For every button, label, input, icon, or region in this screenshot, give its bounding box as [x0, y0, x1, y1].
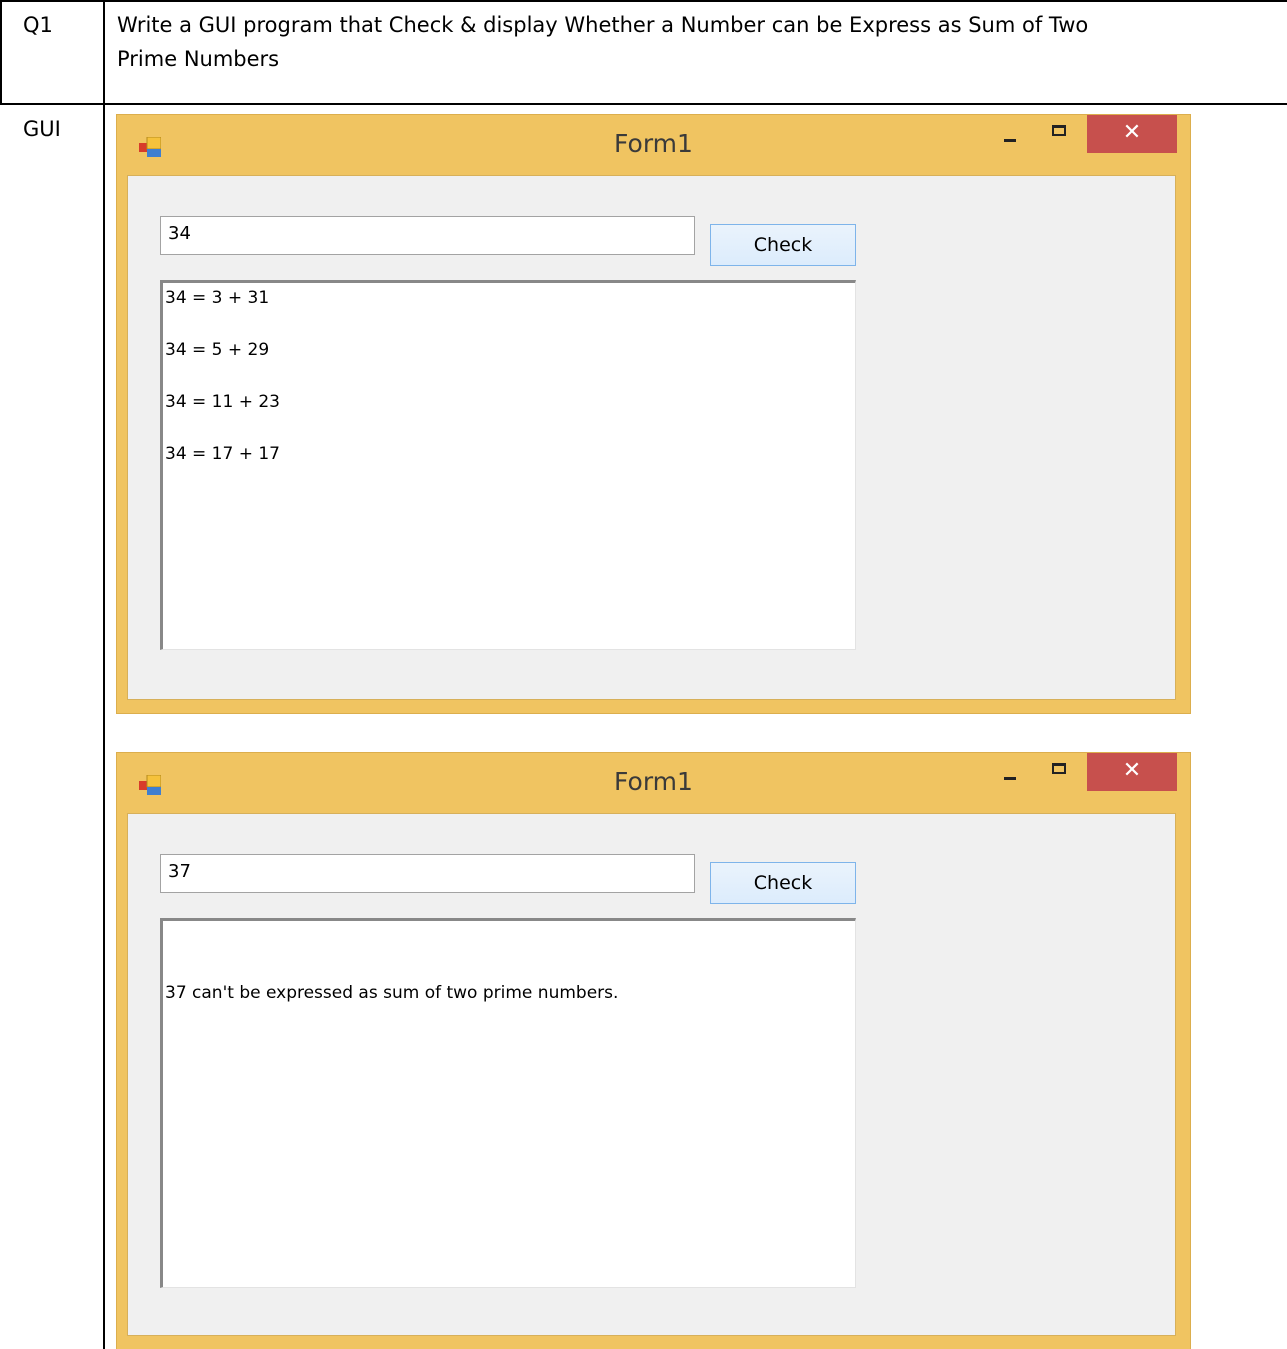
row2-label: GUI	[23, 117, 61, 141]
close-button[interactable]: ✕	[1087, 753, 1177, 791]
maximize-icon	[1052, 763, 1066, 774]
maximize-button[interactable]	[1033, 115, 1087, 153]
table-left-rule-row1	[0, 0, 2, 105]
table-row-divider	[0, 103, 1287, 105]
client-area: 34 Check 34 = 3 + 31 34 = 5 + 29 34 = 11…	[127, 175, 1176, 700]
minimize-button[interactable]	[987, 115, 1033, 153]
question-text-line2: Prime Numbers	[117, 47, 280, 71]
close-button[interactable]: ✕	[1087, 115, 1177, 153]
table-top-rule	[0, 0, 1287, 2]
check-button[interactable]: Check	[710, 224, 856, 266]
result-line: 34 = 5 + 29	[165, 340, 270, 360]
minimize-icon	[1004, 139, 1016, 142]
question-text-line1: Write a GUI program that Check & display…	[117, 13, 1089, 37]
maximize-icon	[1052, 125, 1066, 136]
result-textbox[interactable]: 37 can't be expressed as sum of two prim…	[160, 918, 856, 1288]
minimize-button[interactable]	[987, 753, 1033, 791]
result-line: 34 = 17 + 17	[165, 444, 280, 464]
result-line: 34 = 3 + 31	[165, 288, 270, 308]
number-input[interactable]: 37	[160, 854, 695, 893]
form1-window-1: Form1 ✕ 34 Check 34 = 3 + 31 34 = 5 + 29…	[117, 115, 1190, 713]
result-line: 34 = 11 + 23	[165, 392, 280, 412]
close-icon: ✕	[1122, 120, 1142, 145]
client-area: 37 Check 37 can't be expressed as sum of…	[127, 813, 1176, 1336]
maximize-button[interactable]	[1033, 753, 1087, 791]
minimize-icon	[1004, 777, 1016, 780]
number-input[interactable]: 34	[160, 216, 695, 255]
row1-label: Q1	[23, 13, 53, 37]
close-icon: ✕	[1122, 758, 1142, 783]
title-bar[interactable]: Form1 ✕	[117, 115, 1190, 173]
check-button[interactable]: Check	[710, 862, 856, 904]
result-textbox[interactable]: 34 = 3 + 31 34 = 5 + 29 34 = 11 + 23 34 …	[160, 280, 856, 650]
result-line: 37 can't be expressed as sum of two prim…	[165, 983, 619, 1003]
table-column-divider	[103, 0, 105, 1349]
title-bar[interactable]: Form1 ✕	[117, 753, 1190, 811]
form1-window-2: Form1 ✕ 37 Check 37 can't be expressed a…	[117, 753, 1190, 1349]
